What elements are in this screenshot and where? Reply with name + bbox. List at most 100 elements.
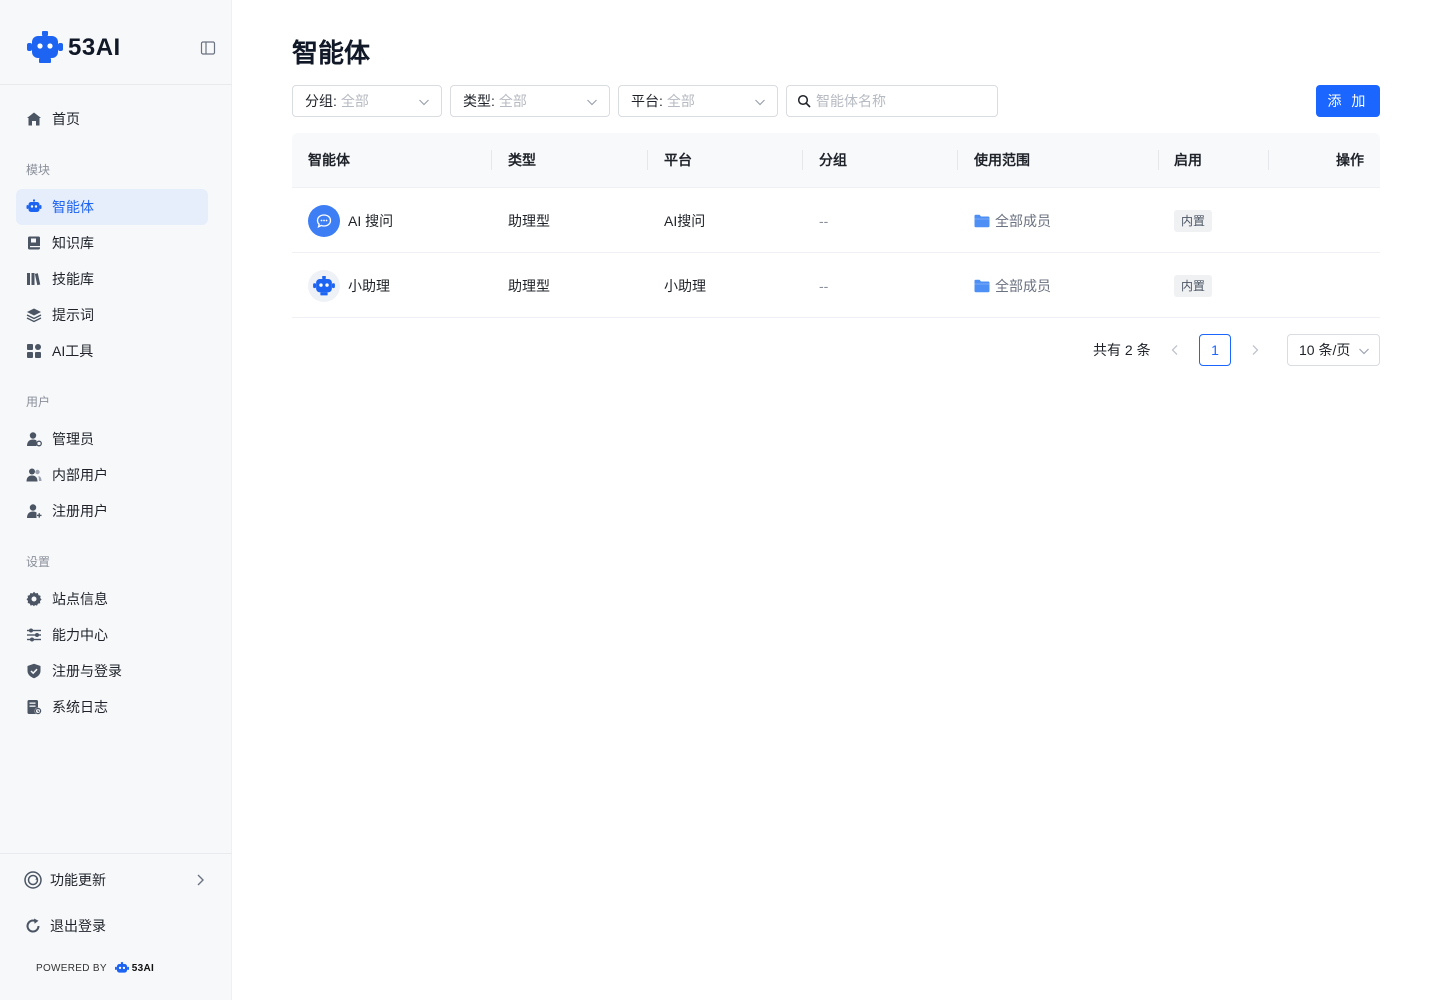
group-filter-value: 全部 xyxy=(340,93,369,109)
sidebar-item-auth[interactable]: 注册与登录 xyxy=(16,653,208,689)
column-separator xyxy=(802,150,803,170)
sidebar-item-label: AI工具 xyxy=(52,343,94,359)
search-input[interactable] xyxy=(816,93,986,109)
column-separator xyxy=(647,150,648,170)
page-size-value: 10 条/页 xyxy=(1299,342,1351,358)
logout-button[interactable]: 退出登录 xyxy=(24,914,216,938)
column-header-platform: 平台 xyxy=(664,152,692,168)
table-row[interactable]: 小助理 助理型 小助理 -- 全部成员 内置 xyxy=(292,253,1380,318)
powered-logo-icon xyxy=(114,962,129,973)
logout-icon xyxy=(24,917,42,935)
add-button[interactable]: 添 加 xyxy=(1316,85,1380,117)
platform-filter-label: 平台: xyxy=(631,93,663,109)
search-box xyxy=(786,85,998,117)
sidebar-item-registered-users[interactable]: 注册用户 xyxy=(16,493,208,529)
sidebar-item-label: 系统日志 xyxy=(52,699,108,715)
sidebar-collapse-icon[interactable] xyxy=(200,40,216,56)
scope-text: 全部成员 xyxy=(995,277,1051,294)
column-header-type: 类型 xyxy=(508,152,536,168)
sidebar-item-skills[interactable]: 技能库 xyxy=(16,261,208,297)
section-title-settings: 设置 xyxy=(26,555,51,569)
search-icon xyxy=(797,94,811,108)
pagination-next-icon[interactable] xyxy=(1247,342,1263,358)
column-separator xyxy=(491,150,492,170)
pagination-total: 共有 2 条 xyxy=(1093,342,1151,358)
powered-by: POWERED BY 53AI xyxy=(36,962,154,975)
updates-label: 功能更新 xyxy=(50,872,106,888)
sliders-icon xyxy=(25,626,43,644)
refresh-circle-icon xyxy=(24,871,42,889)
sidebar-item-label: 智能体 xyxy=(52,199,94,215)
robot-avatar-icon xyxy=(308,269,340,302)
sidebar-item-knowledge[interactable]: 知识库 xyxy=(16,225,208,261)
column-header-actions: 操作 xyxy=(1336,152,1364,168)
column-separator xyxy=(957,150,958,170)
apps-icon xyxy=(25,342,43,360)
group-filter-select[interactable]: 分组: 全部 xyxy=(292,85,442,117)
page-size-select[interactable]: 10 条/页 xyxy=(1287,334,1380,366)
type-filter-select[interactable]: 类型: 全部 xyxy=(450,85,610,117)
agent-cell: 小助理 xyxy=(308,253,390,318)
section-title-user: 用户 xyxy=(26,395,51,409)
table-row[interactable]: AI 搜问 助理型 AI搜问 -- 全部成员 内置 xyxy=(292,188,1380,253)
sidebar-item-label: 站点信息 xyxy=(52,591,108,607)
column-header-agent: 智能体 xyxy=(308,152,350,168)
column-header-scope: 使用范围 xyxy=(974,152,1030,168)
sidebar-item-label: 首页 xyxy=(52,111,80,127)
sidebar-item-label: 能力中心 xyxy=(52,627,108,643)
platform-cell: 小助理 xyxy=(664,277,706,294)
sidebar-item-internal-users[interactable]: 内部用户 xyxy=(16,457,208,493)
agent-name: AI 搜问 xyxy=(348,212,394,229)
brand: 53AI xyxy=(0,0,232,85)
sidebar-item-label: 技能库 xyxy=(52,271,94,287)
sidebar-item-admin[interactable]: 管理员 xyxy=(16,421,208,457)
shield-icon xyxy=(25,662,43,680)
sidebar-item-logs[interactable]: 系统日志 xyxy=(16,689,208,725)
sidebar-item-home[interactable]: 首页 xyxy=(16,101,208,137)
folder-icon xyxy=(974,214,990,228)
pagination-page-current[interactable]: 1 xyxy=(1199,334,1231,366)
sidebar-item-label: 注册与登录 xyxy=(52,663,122,679)
chevron-down-icon xyxy=(419,99,429,106)
type-filter-value: 全部 xyxy=(498,93,527,109)
scope-cell: 全部成员 xyxy=(974,253,1051,318)
user-gear-icon xyxy=(25,430,43,448)
column-header-enabled: 启用 xyxy=(1174,152,1202,168)
platform-filter-value: 全部 xyxy=(666,93,695,109)
library-icon xyxy=(25,270,43,288)
page-title: 智能体 xyxy=(292,38,371,68)
sidebar-item-label: 注册用户 xyxy=(52,503,108,519)
type-cell: 助理型 xyxy=(508,277,550,294)
chevron-down-icon xyxy=(587,99,597,106)
brand-logo-icon xyxy=(27,31,63,63)
powered-brand: 53AI xyxy=(131,963,155,974)
status-badge: 内置 xyxy=(1174,274,1213,297)
status-cell: 内置 xyxy=(1174,188,1213,253)
status-badge: 内置 xyxy=(1174,209,1213,232)
sidebar-item-agents[interactable]: 智能体 xyxy=(16,189,208,225)
sidebar-item-site-info[interactable]: 站点信息 xyxy=(16,581,208,617)
scope-cell: 全部成员 xyxy=(974,188,1051,253)
pagination-prev-icon[interactable] xyxy=(1167,342,1183,358)
users-icon xyxy=(25,466,43,484)
log-icon xyxy=(25,698,43,716)
platform-cell: AI搜问 xyxy=(664,212,706,229)
table-header: 智能体 类型 平台 分组 使用范围 启用 操作 xyxy=(292,133,1380,188)
group-cell: -- xyxy=(819,277,829,294)
powered-by-text: POWERED BY xyxy=(36,963,107,974)
sidebar-item-ai-tools[interactable]: AI工具 xyxy=(16,333,208,369)
column-header-group: 分组 xyxy=(819,152,847,168)
brand-name: 53AI xyxy=(68,34,121,61)
updates-button[interactable]: 功能更新 xyxy=(24,868,216,892)
group-filter-label: 分组: xyxy=(305,93,337,109)
robot-icon xyxy=(25,198,43,216)
chevron-down-icon xyxy=(1359,348,1369,355)
layers-icon xyxy=(25,306,43,324)
platform-filter-select[interactable]: 平台: 全部 xyxy=(618,85,778,117)
sidebar-item-prompts[interactable]: 提示词 xyxy=(16,297,208,333)
section-title-module: 模块 xyxy=(26,163,51,177)
sidebar-footer-divider xyxy=(0,853,232,854)
book-icon xyxy=(25,234,43,252)
sidebar-item-capability[interactable]: 能力中心 xyxy=(16,617,208,653)
sidebar-item-label: 提示词 xyxy=(52,307,94,323)
